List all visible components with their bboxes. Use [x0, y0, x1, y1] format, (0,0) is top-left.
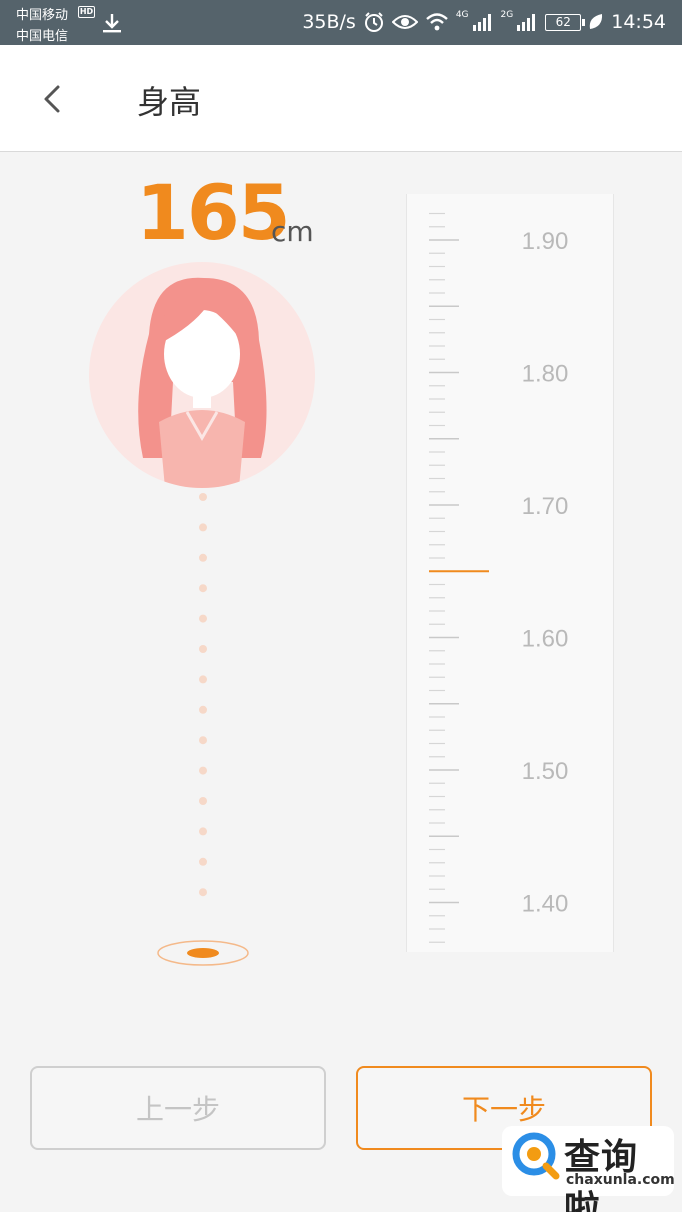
guide-dot — [199, 736, 207, 745]
height-value: 165 — [136, 168, 291, 257]
guide-dot — [199, 797, 207, 805]
watermark: 查询啦 chaxunla.com — [502, 1126, 675, 1212]
watermark-domain: chaxunla.com — [566, 1172, 675, 1188]
ruler-label: 1.60 — [522, 626, 569, 653]
guide-dot — [199, 705, 207, 714]
network-4g-label: 4G — [455, 10, 469, 20]
ruler-label: 1.70 — [522, 493, 569, 520]
height-unit: cm — [271, 215, 314, 248]
guide-dot — [199, 857, 207, 866]
network-2g-label: 2G — [500, 10, 514, 20]
signal-4g-icon — [472, 14, 491, 31]
guide-dot — [199, 766, 207, 775]
title-bar: 身高 — [0, 45, 682, 152]
avatar — [89, 262, 315, 488]
ruler-label: 1.40 — [522, 891, 569, 918]
download-icon — [103, 14, 121, 33]
guide-dot — [199, 827, 207, 836]
guide-dot — [199, 493, 207, 501]
ruler-label: 1.90 — [522, 228, 569, 255]
clock: 14:54 — [611, 11, 666, 33]
network-speed: 35B/s — [302, 11, 356, 33]
signal-2g-icon — [517, 14, 536, 31]
guide-dot — [199, 584, 207, 593]
watermark-title: 查询啦 — [564, 1137, 639, 1212]
guide-dot — [199, 553, 207, 562]
guide-dot — [199, 523, 207, 532]
height-ruler[interactable]: 1.90 1.80 1.70 1.60 1.50 1.40 — [406, 194, 614, 952]
eye-comfort-icon — [391, 15, 418, 29]
battery-indicator: 62 — [545, 13, 586, 31]
carrier-label-2: 中国电信 — [16, 29, 69, 44]
hd-badge: HD — [78, 6, 95, 18]
page-title: 身高 — [137, 83, 202, 121]
chevron-left-icon — [44, 85, 60, 113]
female-avatar-icon — [138, 277, 267, 488]
guide-dot — [199, 614, 207, 623]
back-button[interactable] — [28, 73, 74, 125]
guide-dot — [199, 675, 207, 684]
search-logo-icon — [512, 1132, 560, 1180]
wifi-icon — [426, 13, 448, 31]
ruler-label: 1.80 — [522, 361, 569, 388]
base-dot — [187, 948, 219, 958]
ruler-label: 1.50 — [522, 758, 569, 785]
leaf-icon — [589, 14, 603, 29]
guide-dot — [199, 645, 207, 653]
base-ring — [157, 940, 249, 966]
alarm-icon — [364, 12, 383, 32]
guide-dot — [199, 888, 207, 897]
carrier-label-1: 中国移动 — [16, 8, 69, 23]
previous-step-button[interactable]: 上一步 — [30, 1066, 326, 1150]
status-bar: 中国移动 HD 中国电信 35B/s 4G 2G 62 14:54 — [0, 0, 682, 45]
